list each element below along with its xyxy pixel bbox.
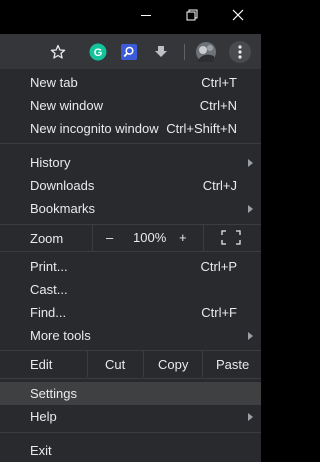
menu-item-label: Print...: [30, 259, 68, 274]
cut-button[interactable]: Cut: [105, 357, 125, 372]
menu-item-help[interactable]: Help: [0, 405, 261, 428]
menu-item-downloads[interactable]: Downloads Ctrl+J: [0, 174, 261, 197]
zoom-label: Zoom: [30, 230, 64, 246]
menu-item-label: Settings: [30, 386, 77, 401]
edit-label: Edit: [30, 356, 53, 372]
paste-button[interactable]: Paste: [216, 357, 249, 372]
menu-separator: [0, 251, 261, 252]
browser-menu: New tab Ctrl+T New window Ctrl+N New inc…: [0, 69, 261, 462]
menu-column-divider: [143, 351, 144, 377]
search-extension-icon: [121, 44, 137, 60]
menu-separator: [0, 378, 261, 379]
menu-item-label: New incognito window: [30, 121, 159, 136]
submenu-arrow-icon: [248, 158, 253, 167]
submenu-arrow-icon: [248, 331, 253, 340]
menu-item-shortcut: Ctrl+Shift+N: [166, 121, 237, 136]
menu-column-divider: [92, 225, 93, 251]
download-extension-icon: [155, 46, 167, 57]
menu-item-exit[interactable]: Exit: [0, 439, 261, 462]
menu-item-new-incognito-window[interactable]: New incognito window Ctrl+Shift+N: [0, 117, 261, 140]
menu-item-shortcut: Ctrl+F: [201, 305, 237, 320]
minimize-button[interactable]: [134, 4, 158, 26]
fullscreen-icon: [221, 230, 241, 245]
restore-button[interactable]: [180, 4, 204, 26]
submenu-arrow-icon: [248, 412, 253, 421]
toolbar-divider: [184, 44, 185, 60]
menu-item-label: Exit: [30, 443, 52, 458]
grammarly-icon: G: [89, 43, 107, 61]
menu-item-bookmarks[interactable]: Bookmarks: [0, 197, 261, 220]
profile-button[interactable]: [196, 42, 216, 62]
menu-item-find[interactable]: Find... Ctrl+F: [0, 301, 261, 324]
profile-avatar: [196, 42, 216, 62]
menu-item-history[interactable]: History: [0, 151, 261, 174]
download-extension-button[interactable]: [151, 42, 171, 62]
zoom-in-button[interactable]: +: [179, 230, 187, 245]
minimize-icon: [141, 14, 151, 16]
menu-item-label: New tab: [30, 75, 78, 90]
menu-item-shortcut: Ctrl+J: [202, 178, 237, 193]
menu-separator: [0, 350, 261, 351]
menu-item-more-tools[interactable]: More tools: [0, 324, 261, 347]
zoom-level-value: 100%: [133, 230, 167, 245]
browser-toolbar: G: [0, 34, 261, 69]
menu-item-shortcut: Ctrl+P: [200, 259, 237, 274]
grammarly-extension-button[interactable]: G: [88, 42, 108, 62]
close-button[interactable]: [226, 4, 250, 26]
menu-item-label: Find...: [30, 305, 67, 320]
menu-item-new-window[interactable]: New window Ctrl+N: [0, 94, 261, 117]
browser-menu-button[interactable]: [229, 41, 251, 63]
copy-button[interactable]: Copy: [158, 357, 188, 372]
menu-separator: [0, 143, 261, 144]
menu-separator: [0, 224, 261, 225]
menu-column-divider: [202, 351, 203, 377]
menu-dots-icon: [238, 45, 242, 59]
bookmark-star-button[interactable]: [48, 42, 68, 62]
menu-item-label: Bookmarks: [30, 201, 96, 216]
menu-item-label: Downloads: [30, 178, 95, 193]
menu-item-shortcut: Ctrl+N: [199, 98, 237, 113]
close-icon: [232, 9, 244, 21]
star-icon: [50, 44, 66, 59]
menu-item-shortcut: Ctrl+T: [201, 75, 237, 90]
submenu-arrow-icon: [248, 204, 253, 213]
menu-item-label: History: [30, 155, 71, 170]
window-titlebar: [0, 0, 261, 34]
menu-item-label: Cast...: [30, 282, 68, 297]
menu-item-cast[interactable]: Cast...: [0, 278, 261, 301]
menu-column-divider: [203, 225, 204, 251]
restore-icon: [186, 9, 198, 21]
menu-item-new-tab[interactable]: New tab Ctrl+T: [0, 71, 261, 94]
menu-item-settings[interactable]: Settings: [0, 382, 261, 405]
menu-item-label: More tools: [30, 328, 91, 343]
menu-item-label: Help: [30, 409, 57, 424]
menu-item-label: New window: [30, 98, 103, 113]
menu-column-divider: [87, 351, 88, 377]
zoom-out-button[interactable]: –: [106, 230, 113, 245]
search-extension-button[interactable]: [119, 42, 139, 62]
fullscreen-button[interactable]: [221, 230, 241, 245]
menu-item-print[interactable]: Print... Ctrl+P: [0, 255, 261, 278]
menu-separator: [0, 432, 261, 433]
svg-text:G: G: [94, 47, 103, 59]
